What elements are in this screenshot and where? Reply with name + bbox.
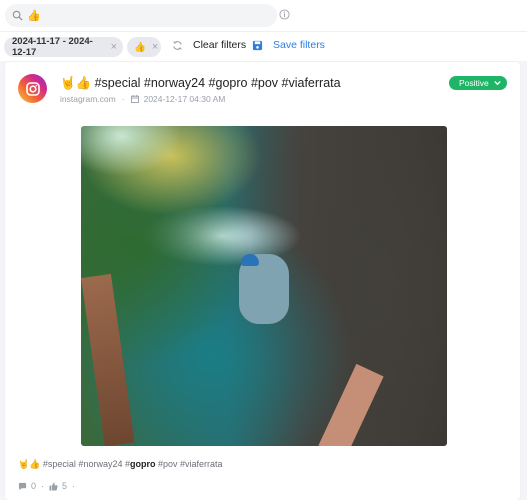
post-datetime: 2024-12-17 04:30 AM — [143, 94, 226, 104]
search-icon — [12, 10, 23, 21]
search-query: 👍 — [27, 10, 41, 22]
post-title[interactable]: 🤘👍 #special #norway24 #gopro #pov #viafe… — [60, 76, 341, 91]
post-stats: 0 · 5 · — [18, 481, 80, 491]
save-icon[interactable] — [252, 40, 263, 51]
caption-text: 🤘👍 #special #norway24 # — [18, 459, 130, 469]
thumbs-up-icon — [49, 482, 58, 491]
close-icon[interactable]: × — [111, 41, 117, 53]
separator: · — [41, 481, 45, 491]
search-input[interactable]: 👍 — [5, 4, 277, 27]
caption-highlight: gopro — [129, 459, 156, 469]
comment-icon — [18, 482, 27, 490]
post-source[interactable]: instagram.com — [60, 94, 116, 104]
comment-count: 0 — [31, 481, 37, 491]
filter-bar: 2024-11-17 - 2024-12-17 × 👍 × — [0, 31, 527, 61]
post-meta: instagram.com · 2024-12-17 04:30 AM — [60, 94, 225, 104]
post-card: 🤘👍 #special #norway24 #gopro #pov #viafe… — [5, 62, 520, 500]
caption-text: #pov #viaferrata — [155, 459, 223, 469]
image-detail — [241, 254, 259, 266]
chip-label: 2024-11-17 - 2024-12-17 — [12, 36, 93, 58]
info-icon[interactable] — [279, 9, 290, 20]
filter-chip-date-range[interactable]: 2024-11-17 - 2024-12-17 × — [4, 36, 123, 58]
post-image[interactable] — [81, 126, 447, 446]
like-count: 5 — [62, 481, 68, 491]
calendar-icon — [130, 95, 139, 103]
sentiment-dropdown[interactable]: Positive — [449, 76, 507, 90]
close-icon[interactable]: × — [152, 41, 158, 53]
filter-chip-emoji[interactable]: 👍 × — [127, 37, 161, 57]
image-detail — [318, 363, 384, 446]
search-bar-area: 👍 — [0, 0, 527, 31]
instagram-icon — [18, 74, 47, 103]
separator: · — [121, 94, 125, 104]
clear-filters-button[interactable]: Clear filters — [193, 39, 246, 51]
save-filters-button[interactable]: Save filters — [273, 39, 325, 51]
refresh-icon[interactable] — [172, 40, 183, 51]
sentiment-label: Positive — [459, 78, 489, 88]
post-caption: 🤘👍 #special #norway24 #gopro #pov #viafe… — [18, 459, 223, 470]
separator: · — [72, 481, 76, 491]
image-detail — [81, 273, 135, 446]
chevron-down-icon — [494, 81, 501, 86]
chip-label: 👍 — [134, 41, 146, 53]
